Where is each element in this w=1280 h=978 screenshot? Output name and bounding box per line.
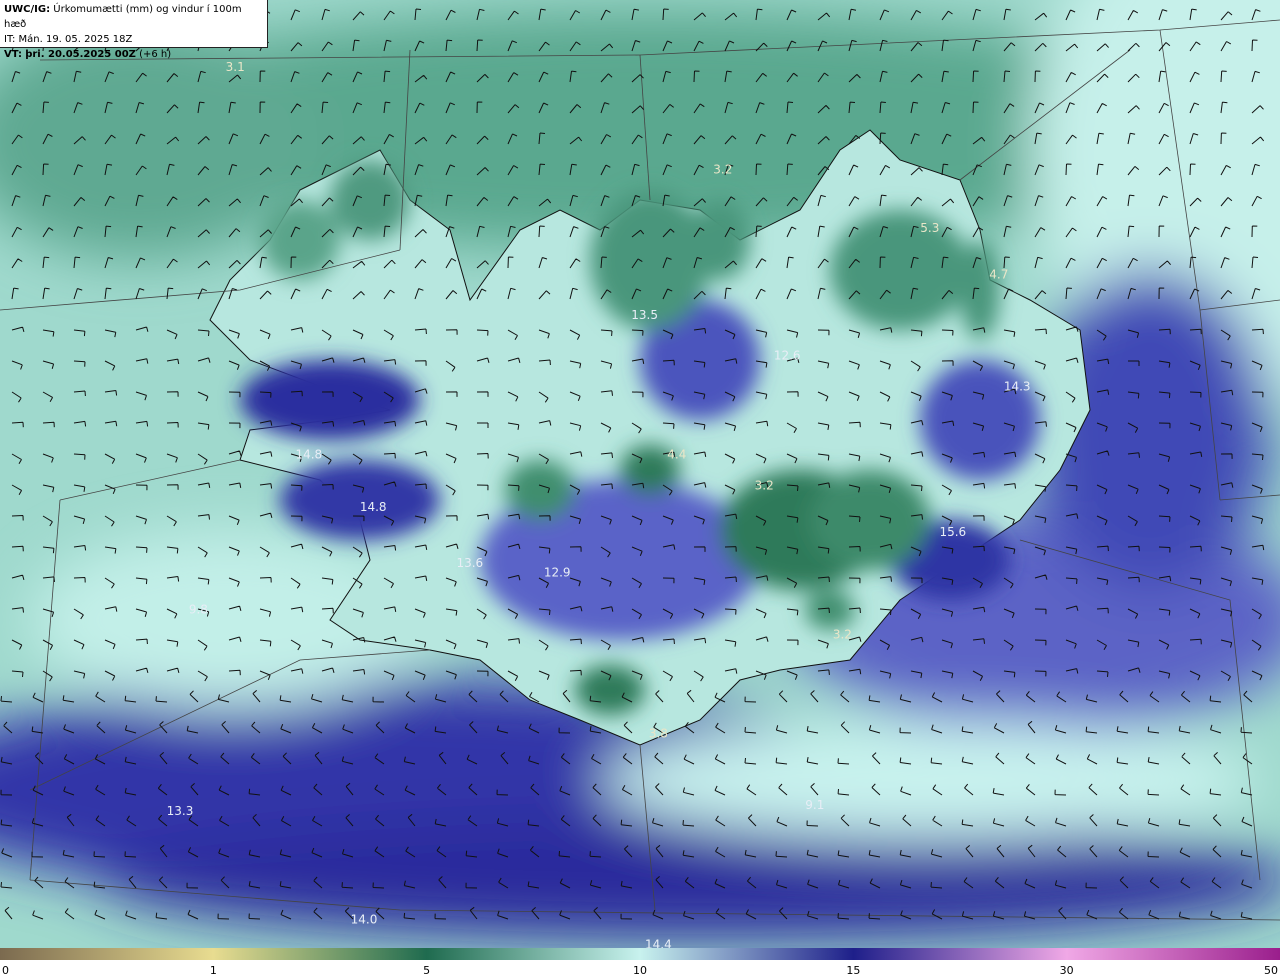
colorbar-tick-label: 5 [423, 964, 431, 977]
model-name: UWC/IG: [4, 4, 51, 15]
colorbar-tick-label: 30 [1059, 964, 1074, 977]
map-value-label: 14.3 [1004, 379, 1031, 393]
map-value-label: 3.2 [833, 627, 852, 641]
map-value-label: 9.1 [805, 798, 824, 812]
valid-prefix: VT: [4, 49, 23, 60]
map-value-label: 14.8 [295, 448, 322, 462]
map-value-label: 13.6 [456, 556, 483, 570]
map-value-label: 14.8 [360, 500, 387, 514]
precipitation-colorbar: 0 1 5 10 15 30 50 [0, 948, 1280, 978]
colorbar-gradient [0, 948, 1280, 960]
colorbar-tick-label: 0 [2, 964, 9, 977]
lead-time: (+6 h) [139, 49, 172, 60]
map-value-label: 14.4 [645, 937, 672, 948]
map-value-label: 12.6 [774, 348, 801, 362]
colorbar-tick-label: 1 [209, 964, 217, 977]
map-value-label: 14.0 [351, 913, 378, 927]
colorbar-tick-label: 15 [846, 964, 861, 977]
map-value-label: 3.8 [649, 727, 668, 741]
map-value-label: 4.7 [989, 268, 1008, 282]
valid-time: þri. 20.05.2025 00Z [25, 49, 136, 60]
forecast-map: 7.69.89.57.53.13.25.34.713.512.614.314.8… [0, 0, 1280, 948]
init-time: IT: Mán. 19. 05. 2025 18Z [4, 34, 133, 45]
map-value-label: 9.8 [189, 603, 208, 617]
colorbar-tick-label: 10 [633, 964, 647, 977]
map-value-label: 12.9 [544, 565, 571, 579]
map-value-label: 3.2 [713, 162, 732, 176]
map-value-label: 3.1 [226, 60, 245, 74]
map-value-label: 3.2 [755, 479, 774, 493]
colorbar-tick-label: 50 [1264, 964, 1278, 977]
map-value-label: 15.6 [939, 525, 966, 539]
forecast-info-box: UWC/IG: Úrkomumætti (mm) og vindur í 100… [0, 0, 268, 60]
map-value-label: 13.3 [167, 804, 194, 818]
map-value-label: 4.4 [667, 448, 686, 462]
map-value-label: 13.5 [631, 308, 658, 322]
map-value-label: 5.3 [920, 221, 939, 235]
